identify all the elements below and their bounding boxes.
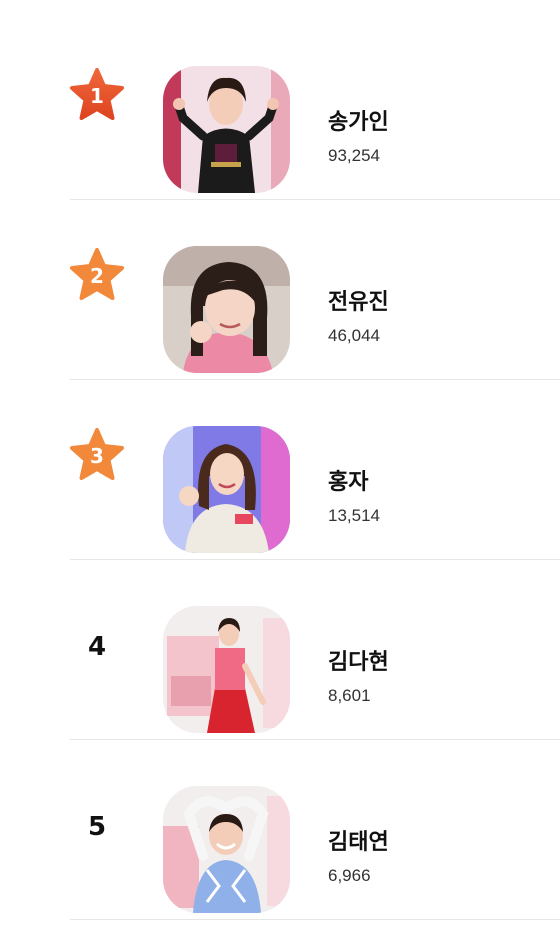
singer-name: 김태연: [328, 830, 389, 855]
ranking-list: 1 송가인 93,254 2 전유진 46,044 3 홍자 13,514 4 …: [0, 0, 560, 927]
singer-name: 송가인: [328, 110, 389, 135]
vote-count: 13,514: [328, 506, 380, 525]
row-divider: [70, 919, 560, 920]
vote-count: 93,254: [328, 146, 380, 165]
ranking-row-1[interactable]: 1 송가인 93,254: [0, 20, 560, 200]
ranking-row-4[interactable]: 4 김다현 8,601: [0, 560, 560, 740]
singer-name: 김다현: [328, 650, 389, 675]
ranking-row-2[interactable]: 2 전유진 46,044: [0, 200, 560, 380]
rank-3-star-icon: 3: [68, 426, 126, 484]
singer-name: 홍자: [328, 470, 369, 495]
rank-1-star-icon: 1: [68, 66, 126, 124]
rank-number: 4: [87, 632, 107, 662]
avatar-photo: [163, 606, 290, 733]
vote-count: 46,044: [328, 326, 380, 345]
rank-number: 5: [87, 812, 107, 842]
vote-count: 8,601: [328, 686, 371, 705]
ranking-row-5[interactable]: 5 김태연 6,966: [0, 740, 560, 920]
avatar-photo: [163, 786, 290, 913]
avatar-photo: [163, 426, 290, 553]
singer-name: 전유진: [328, 290, 389, 315]
svg-text:1: 1: [90, 84, 104, 108]
vote-count: 6,966: [328, 866, 371, 885]
svg-text:3: 3: [90, 444, 104, 468]
svg-text:2: 2: [90, 264, 104, 288]
ranking-row-3[interactable]: 3 홍자 13,514: [0, 380, 560, 560]
avatar-photo: [163, 66, 290, 193]
avatar-photo: [163, 246, 290, 373]
rank-2-star-icon: 2: [68, 246, 126, 304]
